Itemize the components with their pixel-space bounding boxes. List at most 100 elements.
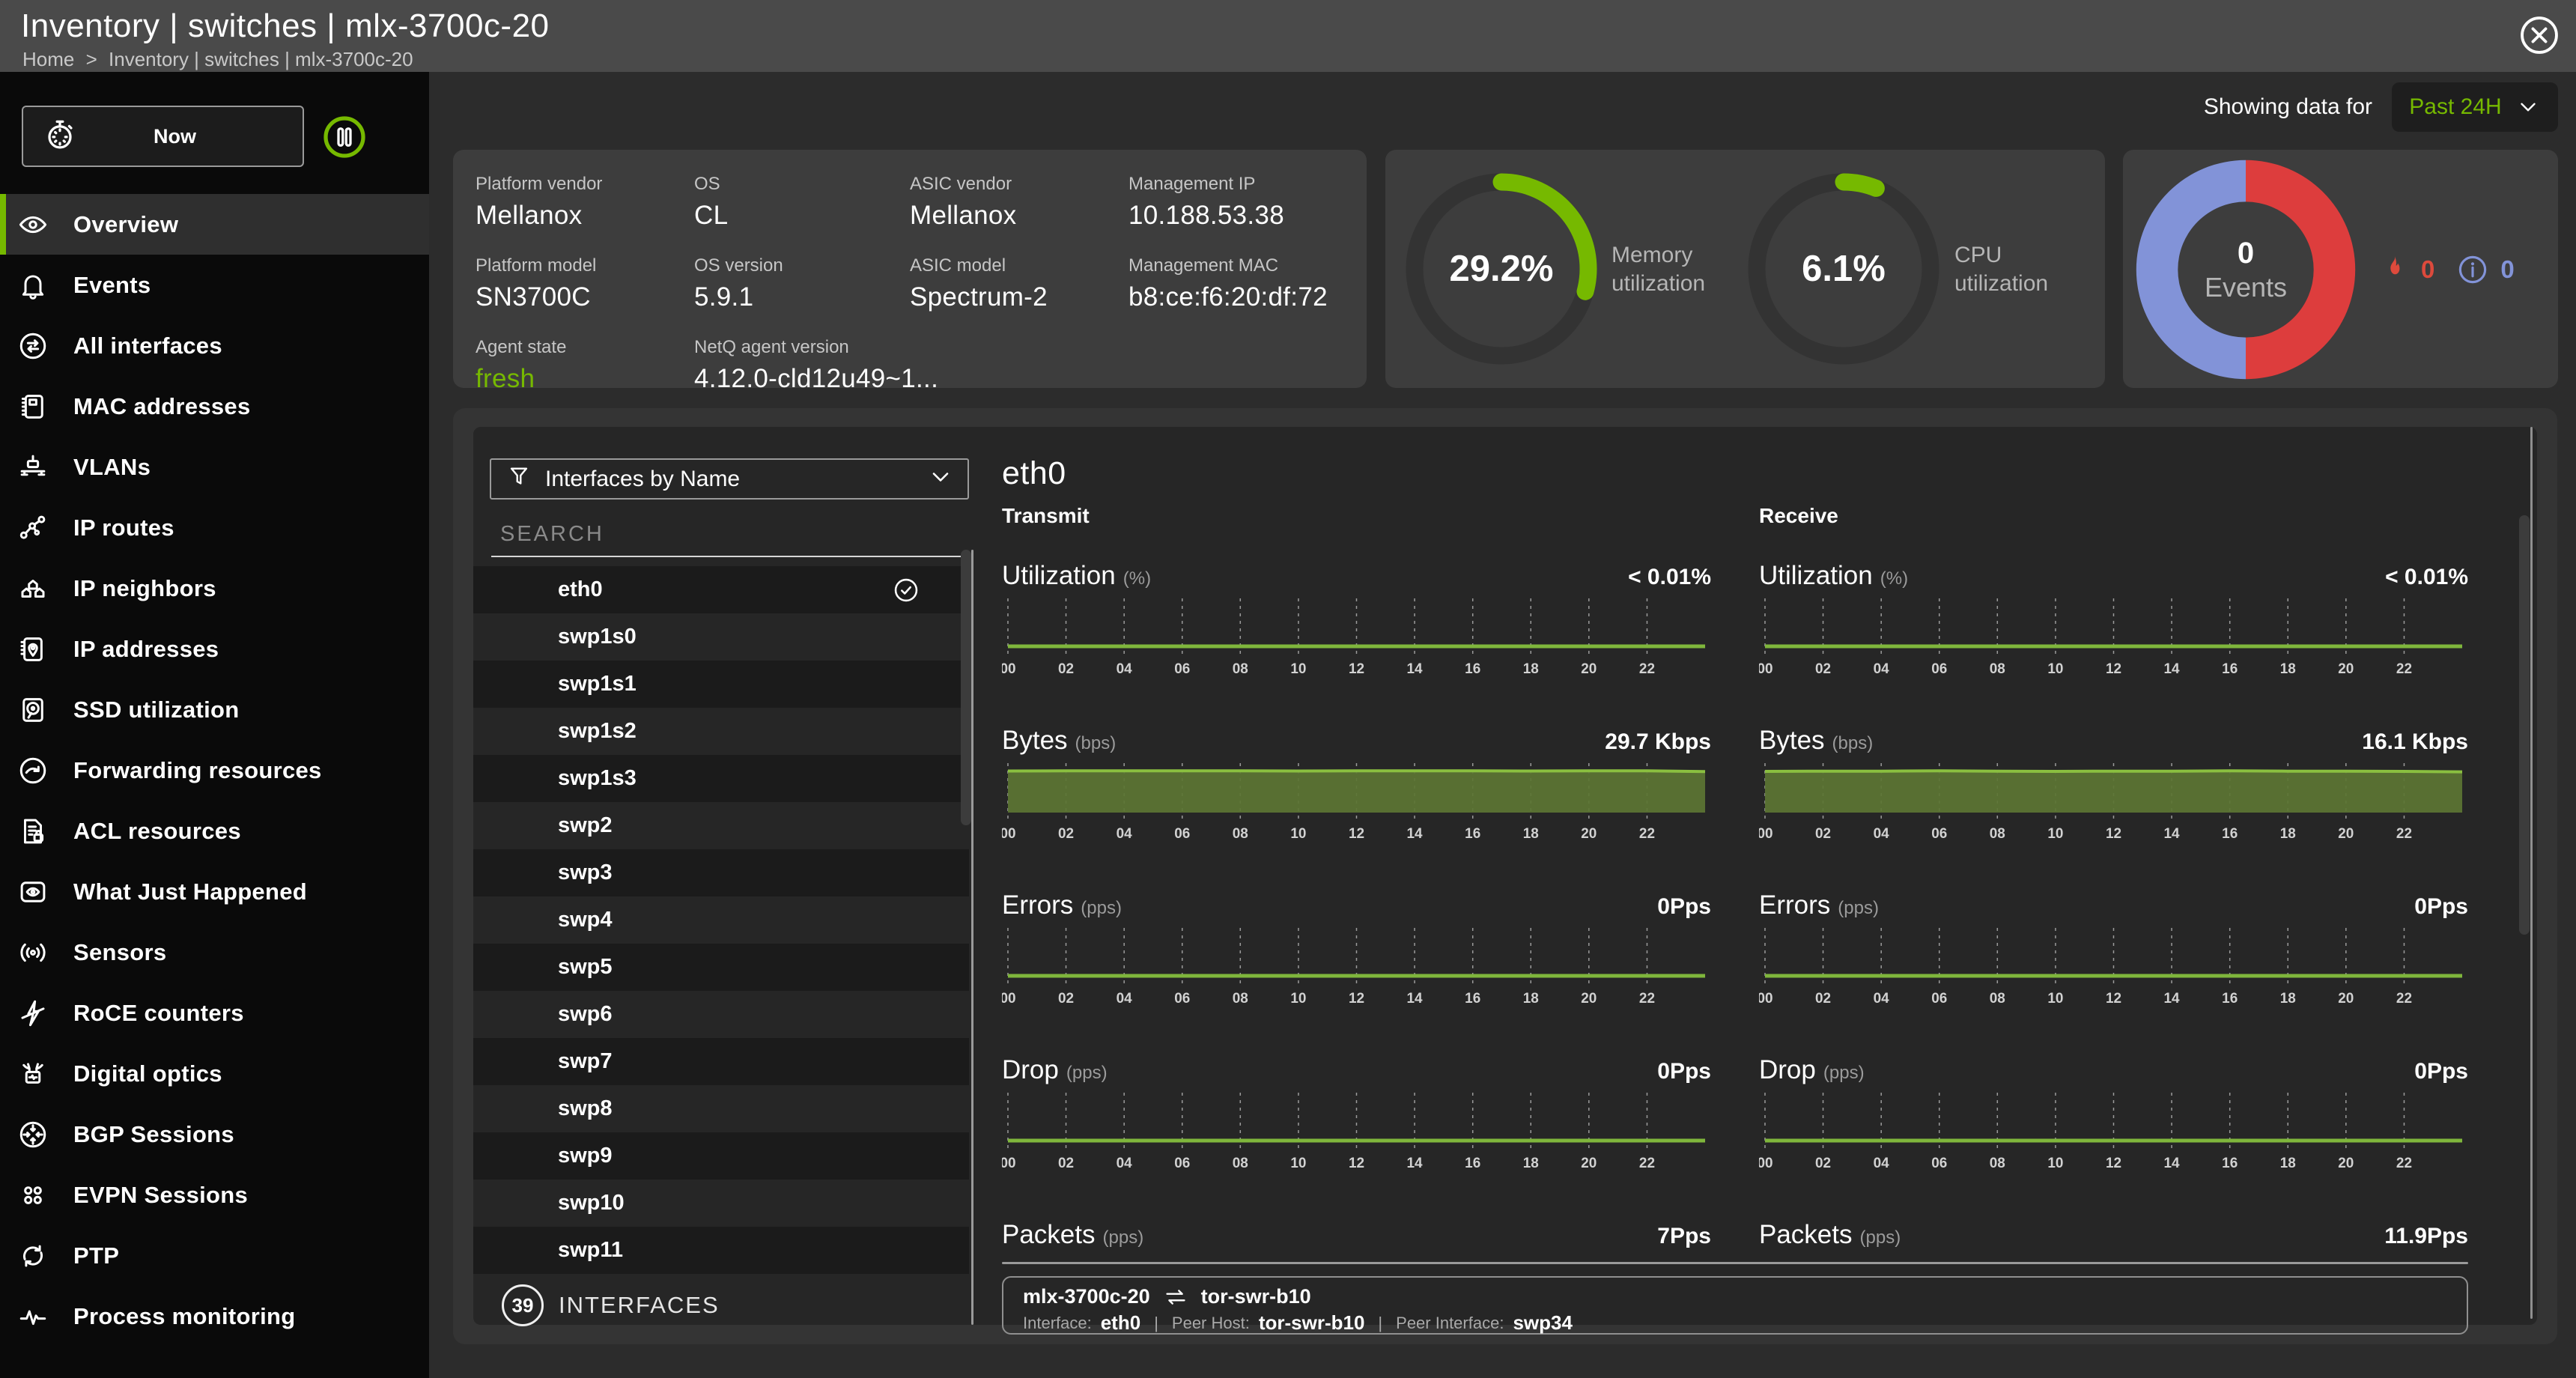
sidebar-item-bgp-sessions[interactable]: BGP Sessions xyxy=(0,1104,429,1165)
svg-text:00: 00 xyxy=(1002,661,1016,677)
sidebar-item-all-interfaces[interactable]: All interfaces xyxy=(0,315,429,376)
svg-text:02: 02 xyxy=(1815,1156,1831,1171)
interface-list-item-swp1s1[interactable]: swp1s1 xyxy=(473,661,969,708)
svg-text:04: 04 xyxy=(1117,826,1133,842)
sidebar-item-roce-counters[interactable]: RoCE counters xyxy=(0,983,429,1043)
vlans-icon xyxy=(16,451,49,484)
svg-text:00: 00 xyxy=(1759,826,1773,842)
svg-text:04: 04 xyxy=(1874,661,1890,677)
sidebar-item-forwarding-resources[interactable]: Forwarding resources xyxy=(0,740,429,801)
svg-text:04: 04 xyxy=(1874,1156,1890,1171)
svg-text:12: 12 xyxy=(2106,1156,2121,1171)
charts-bottom-divider xyxy=(1002,1262,2468,1264)
events-legend: 0 0 xyxy=(2381,253,2515,286)
svg-text:16: 16 xyxy=(1465,1156,1480,1171)
interface-list-item-swp7[interactable]: swp7 xyxy=(473,1038,969,1085)
utilization-card: 29.2% Memoryutilization 6.1% CPUutilizat… xyxy=(1385,150,2105,388)
stopwatch-icon xyxy=(43,118,77,156)
svg-text:14: 14 xyxy=(1407,1156,1424,1171)
events-count: 0 xyxy=(2238,237,2254,270)
selected-check-icon xyxy=(893,577,920,610)
sidebar-item-ip-routes[interactable]: IP routes xyxy=(0,497,429,558)
svg-text:10: 10 xyxy=(2047,661,2063,677)
interface-count-footer: 39 INTERFACES xyxy=(473,1284,973,1326)
interface-filter-dropdown[interactable]: Interfaces by Name xyxy=(490,458,969,500)
interface-filter-label: Interfaces by Name xyxy=(545,467,927,492)
detail-scrollbar-thumb[interactable] xyxy=(2519,515,2530,935)
sidebar-item-ssd-utilization[interactable]: SSD utilization xyxy=(0,679,429,740)
svg-text:06: 06 xyxy=(1931,661,1947,677)
metric-errors-transmit: Errors(pps)0Pps000204060810121416182022 xyxy=(1002,890,1711,1007)
svg-text:06: 06 xyxy=(1174,1156,1190,1171)
info-icon xyxy=(2457,254,2488,285)
peer-remote-interface-key: Peer Interface: xyxy=(1396,1314,1504,1333)
events-icon xyxy=(16,269,49,302)
svg-text:04: 04 xyxy=(1117,661,1133,677)
sidebar-item-evpn-sessions[interactable]: EVPN Sessions xyxy=(0,1165,429,1225)
sidebar-item-what-just-happened[interactable]: What Just Happened xyxy=(0,861,429,922)
interface-list-item-swp10[interactable]: swp10 xyxy=(473,1180,969,1227)
sidebar-item-process-monitoring[interactable]: Process monitoring xyxy=(0,1286,429,1347)
pause-button[interactable] xyxy=(322,115,367,160)
sidebar-item-events[interactable]: Events xyxy=(0,255,429,315)
interface-list-item-swp9[interactable]: swp9 xyxy=(473,1132,969,1180)
sensors-icon xyxy=(16,936,49,969)
interface-list-scrollbar-thumb[interactable] xyxy=(961,550,971,825)
breadcrumb-home[interactable]: Home xyxy=(22,48,74,70)
sidebar-item-mac-addresses[interactable]: MAC addresses xyxy=(0,376,429,437)
sidebar-item-digital-optics[interactable]: Digital optics xyxy=(0,1043,429,1104)
svg-text:10: 10 xyxy=(1290,1156,1306,1171)
interface-list-item-swp11[interactable]: swp11 xyxy=(473,1227,969,1274)
time-range-dropdown[interactable]: Past 24H xyxy=(2392,82,2558,132)
ip-neighbors-icon xyxy=(16,572,49,605)
interface-list-item-swp1s3[interactable]: swp1s3 xyxy=(473,755,969,802)
interface-search-input[interactable] xyxy=(500,522,920,547)
close-icon[interactable] xyxy=(2519,15,2560,55)
sidebar-item-acl-resources[interactable]: ACL resources xyxy=(0,801,429,861)
acl-resources-icon xyxy=(16,815,49,848)
interface-detail-title: eth0 xyxy=(1002,455,2468,492)
info-field-os: OSCL xyxy=(694,174,910,231)
interface-list-item-swp2[interactable]: swp2 xyxy=(473,802,969,849)
metric-value-bytes-receive: 16.1 Kbps xyxy=(2362,729,2468,755)
svg-text:06: 06 xyxy=(1931,826,1947,842)
mini-chart: 000204060810121416182022 xyxy=(1002,598,1711,678)
memory-gauge: 29.2% xyxy=(1397,164,1606,374)
interface-list-item-swp6[interactable]: swp6 xyxy=(473,991,969,1038)
detail-scrollbar-track[interactable] xyxy=(2530,427,2533,1319)
svg-text:22: 22 xyxy=(2396,661,2412,677)
svg-text:00: 00 xyxy=(1002,1156,1016,1171)
sidebar-item-vlans[interactable]: VLANs xyxy=(0,437,429,497)
mini-chart: 000204060810121416182022 xyxy=(1759,928,2468,1007)
transmit-column-header: Transmit xyxy=(1002,504,1711,528)
time-now-button[interactable]: Now xyxy=(22,106,304,167)
interface-list-item-swp5[interactable]: swp5 xyxy=(473,944,969,991)
ip-addresses-icon xyxy=(16,633,49,666)
sidebar-item-overview[interactable]: Overview xyxy=(0,194,429,255)
interface-list-item-swp8[interactable]: swp8 xyxy=(473,1085,969,1132)
svg-text:22: 22 xyxy=(2396,991,2412,1007)
metrics-grid: Utilization(%)< 0.01%0002040608101214161… xyxy=(1002,528,2468,1250)
forwarding-resources-icon xyxy=(16,754,49,787)
interface-list-item-eth0[interactable]: eth0 xyxy=(473,566,969,613)
sidebar-item-ip-neighbors[interactable]: IP neighbors xyxy=(0,558,429,619)
interface-list-item-swp4[interactable]: swp4 xyxy=(473,896,969,944)
svg-text:18: 18 xyxy=(2280,826,2296,842)
interface-list-item-swp1s0[interactable]: swp1s0 xyxy=(473,613,969,661)
memory-gauge-label: Memoryutilization xyxy=(1611,241,1705,298)
sidebar-item-sensors[interactable]: Sensors xyxy=(0,922,429,983)
time-range-value: Past 24H xyxy=(2409,94,2501,120)
info-field-agent-state: Agent statefresh xyxy=(476,337,694,394)
info-field-management-mac: Management MACb8:ce:f6:20:df:72 xyxy=(1128,255,1367,312)
flame-icon xyxy=(2381,253,2409,286)
svg-text:02: 02 xyxy=(1058,991,1074,1007)
events-label: Events xyxy=(2205,272,2287,303)
interface-list-item-swp3[interactable]: swp3 xyxy=(473,849,969,896)
svg-text:08: 08 xyxy=(1233,1156,1248,1171)
sidebar-item-ip-addresses[interactable]: IP addresses xyxy=(0,619,429,679)
interface-list-item-swp1s2[interactable]: swp1s2 xyxy=(473,708,969,755)
interface-list: eth0swp1s0swp1s1swp1s2swp1s3swp2swp3swp4… xyxy=(473,566,973,1274)
events-donut-chart: 0 Events xyxy=(2129,153,2363,386)
peer-host-key: Peer Host: xyxy=(1172,1314,1250,1333)
sidebar-item-ptp[interactable]: PTP xyxy=(0,1225,429,1286)
